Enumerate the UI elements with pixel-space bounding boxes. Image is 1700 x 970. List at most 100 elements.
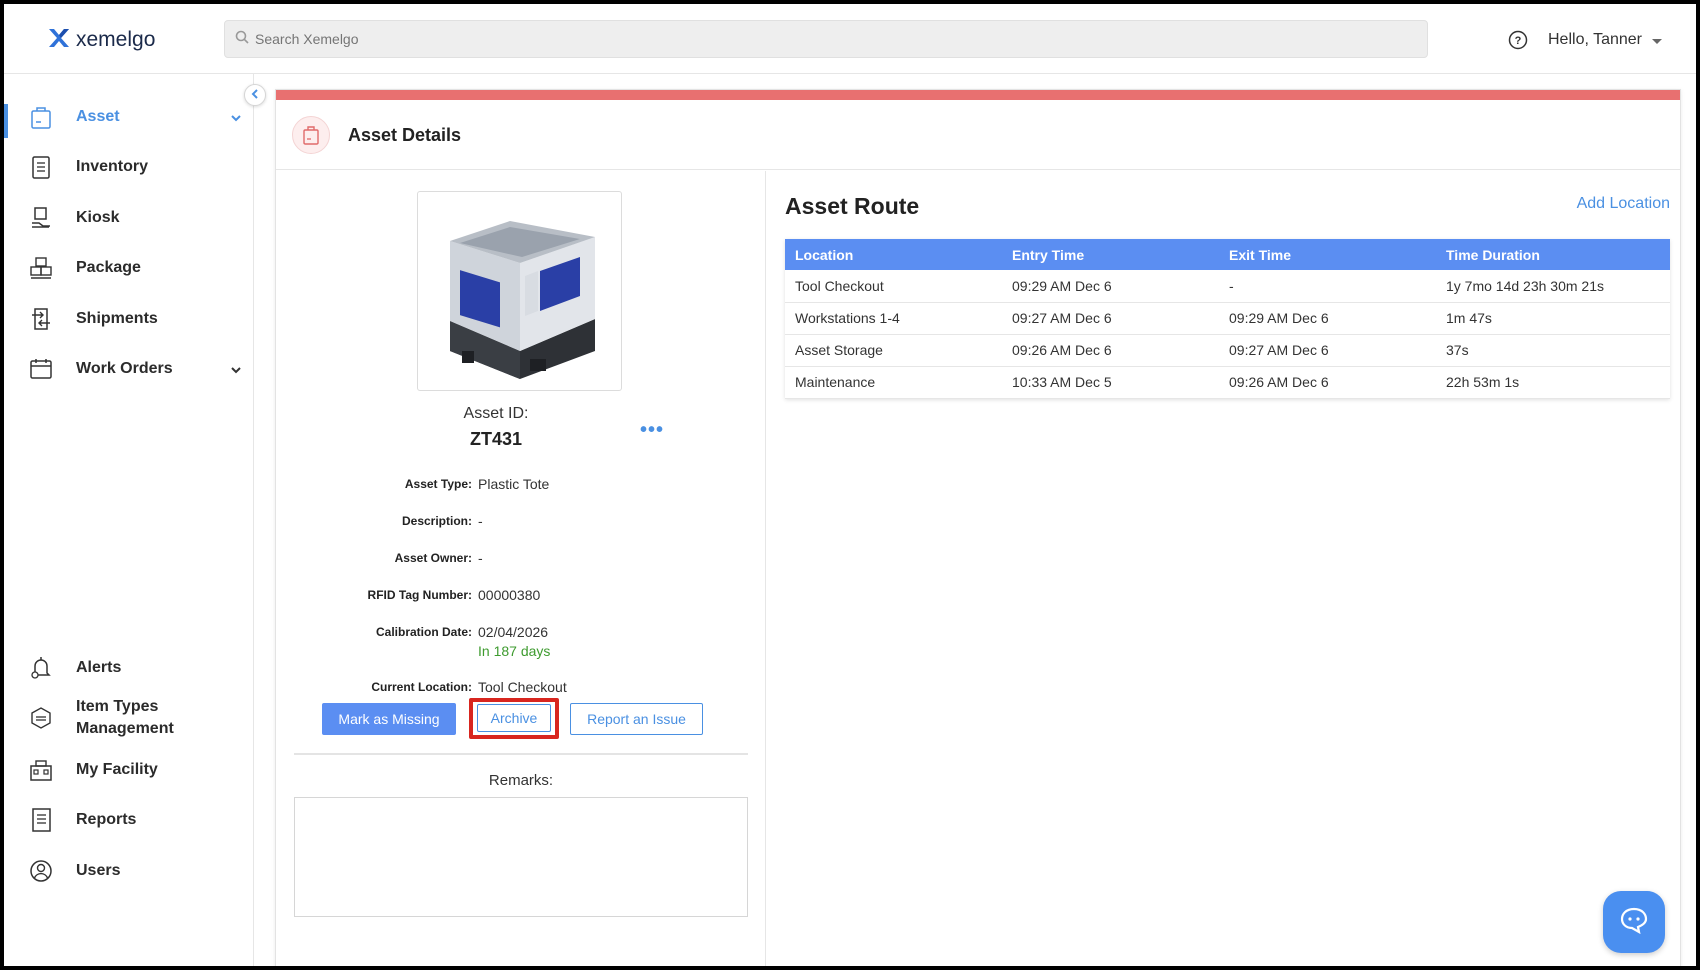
column-header[interactable]: Entry Time xyxy=(1002,239,1219,270)
kiosk-icon xyxy=(28,205,54,231)
chevron-down-icon[interactable] xyxy=(230,363,242,375)
calibration-values: 02/04/2026 In 187 days xyxy=(478,623,550,661)
chevron-down-icon[interactable] xyxy=(230,111,242,123)
field-description: Description: - xyxy=(276,512,766,530)
mark-as-missing-button[interactable]: Mark as Missing xyxy=(322,703,456,735)
cell-location: Tool Checkout xyxy=(785,270,1002,303)
remarks-label: Remarks: xyxy=(488,772,554,789)
user-menu[interactable]: Hello, Tanner xyxy=(1548,31,1662,49)
active-indicator xyxy=(4,104,8,138)
field-label: Asset Owner: xyxy=(394,551,472,565)
sidebar-item-work-orders[interactable]: Work Orders xyxy=(28,356,173,382)
field-asset-owner: Asset Owner: - xyxy=(276,549,766,567)
caret-down-icon xyxy=(1651,39,1662,44)
field-calibration-date: Calibration Date: 02/04/2026 In 187 days xyxy=(276,623,766,661)
svg-text:?: ? xyxy=(1515,35,1522,47)
cell-entry-time: 09:26 AM Dec 6 xyxy=(1002,334,1219,367)
route-table: Location Entry Time Exit Time Time Durat… xyxy=(785,239,1670,399)
sidebar-item-kiosk[interactable]: Kiosk xyxy=(28,205,120,231)
app-logo[interactable]: xemelgo xyxy=(48,26,155,54)
table-row[interactable]: Tool Checkout 09:29 AM Dec 6 - 1y 7mo 14… xyxy=(785,270,1670,303)
asset-details-card: Asset Details Asset ID: ZT431 ••• Asset … xyxy=(275,89,1681,966)
sidebar-item-users[interactable]: Users xyxy=(28,858,120,884)
cell-entry-time: 09:29 AM Dec 6 xyxy=(1002,270,1219,303)
status-bar xyxy=(276,90,1680,100)
search-input[interactable] xyxy=(255,31,1427,47)
card-header: Asset Details xyxy=(276,100,1680,170)
search-bar[interactable] xyxy=(224,20,1428,58)
cell-exit-time: - xyxy=(1219,270,1436,303)
chevron-left-icon xyxy=(250,86,260,104)
xemelgo-logo-icon xyxy=(48,27,70,54)
reports-icon xyxy=(28,807,54,833)
field-current-location: Current Location: Tool Checkout xyxy=(276,678,766,696)
field-value: Plastic Tote xyxy=(478,476,550,492)
column-header[interactable]: Time Duration xyxy=(1436,239,1670,270)
table-row[interactable]: Asset Storage 09:26 AM Dec 6 09:27 AM De… xyxy=(785,334,1670,367)
archive-button[interactable]: Archive xyxy=(477,704,551,732)
field-value: Tool Checkout xyxy=(478,679,567,695)
sidebar-item-shipments[interactable]: Shipments xyxy=(28,306,158,332)
field-asset-type: Asset Type: Plastic Tote xyxy=(276,475,766,493)
chat-support-button[interactable] xyxy=(1603,891,1665,953)
table-row[interactable]: Maintenance 10:33 AM Dec 5 09:26 AM Dec … xyxy=(785,366,1670,399)
top-bar: xemelgo ? Hello, Tanner xyxy=(4,4,1696,74)
cell-exit-time: 09:27 AM Dec 6 xyxy=(1219,334,1436,367)
inventory-icon xyxy=(28,154,54,180)
sidebar-item-label: Alerts xyxy=(76,659,122,676)
calibration-due-note: In 187 days xyxy=(478,643,551,659)
cell-duration: 37s xyxy=(1436,334,1670,367)
cell-location: Workstations 1-4 xyxy=(785,302,1002,335)
sidebar-item-label: Work Orders xyxy=(76,360,173,377)
report-issue-button[interactable]: Report an Issue xyxy=(570,703,703,735)
sidebar-item-inventory[interactable]: Inventory xyxy=(28,154,148,180)
sidebar-item-asset[interactable]: Asset xyxy=(28,104,120,130)
app-window: xemelgo ? Hello, Tanner Asset xyxy=(4,4,1696,966)
field-value: - xyxy=(478,550,483,566)
search-icon xyxy=(235,30,249,49)
user-greeting: Hello, Tanner xyxy=(1548,31,1642,48)
table-row[interactable]: Workstations 1-4 09:27 AM Dec 6 09:29 AM… xyxy=(785,302,1670,335)
column-header[interactable]: Exit Time xyxy=(1219,239,1436,270)
sidebar-item-label: Kiosk xyxy=(76,209,120,226)
cell-duration: 1m 47s xyxy=(1436,302,1670,335)
column-header[interactable]: Location xyxy=(785,239,1002,270)
users-icon xyxy=(28,858,54,884)
cell-entry-time: 09:27 AM Dec 6 xyxy=(1002,302,1219,335)
work-orders-icon xyxy=(28,356,54,382)
remarks-textarea[interactable] xyxy=(294,797,748,917)
sidebar-item-item-types-management[interactable]: Item Types Management xyxy=(28,696,206,740)
page-title: Asset Details xyxy=(348,125,462,145)
sidebar-item-label: Reports xyxy=(76,811,137,828)
asset-image xyxy=(417,191,622,391)
cell-duration: 1y 7mo 14d 23h 30m 21s xyxy=(1436,270,1670,303)
cell-location: Maintenance xyxy=(785,366,1002,399)
cell-exit-time: 09:29 AM Dec 6 xyxy=(1219,302,1436,335)
sidebar-item-label: Shipments xyxy=(76,310,158,327)
cell-location: Asset Storage xyxy=(785,334,1002,367)
chat-icon xyxy=(1619,906,1649,939)
asset-header-icon xyxy=(292,116,330,154)
sidebar-item-package[interactable]: Package xyxy=(28,255,141,281)
field-value: 00000380 xyxy=(478,587,541,603)
field-label: Description: xyxy=(401,514,472,528)
collapse-sidebar-button[interactable] xyxy=(244,84,266,106)
field-value: 02/04/2026 xyxy=(478,624,549,640)
sidebar-item-label: Inventory xyxy=(76,158,149,175)
package-icon xyxy=(28,255,54,281)
sidebar: Asset Inventory Kiosk Package Shipments … xyxy=(4,74,254,966)
route-title: Asset Route xyxy=(785,193,920,219)
add-location-link[interactable]: Add Location xyxy=(1577,195,1670,213)
divider xyxy=(294,753,748,755)
sidebar-item-reports[interactable]: Reports xyxy=(28,807,136,833)
sidebar-item-label: Asset xyxy=(76,108,120,125)
help-icon[interactable]: ? xyxy=(1508,30,1528,50)
more-options-icon[interactable]: ••• xyxy=(640,419,664,442)
facility-icon xyxy=(28,757,54,783)
table-header-row: Location Entry Time Exit Time Time Durat… xyxy=(785,239,1670,270)
sidebar-item-alerts[interactable]: Alerts xyxy=(28,655,121,681)
sidebar-item-my-facility[interactable]: My Facility xyxy=(28,757,158,783)
field-label: RFID Tag Number: xyxy=(367,588,472,602)
field-label: Calibration Date: xyxy=(375,625,472,639)
sidebar-item-label: Package xyxy=(76,259,141,276)
